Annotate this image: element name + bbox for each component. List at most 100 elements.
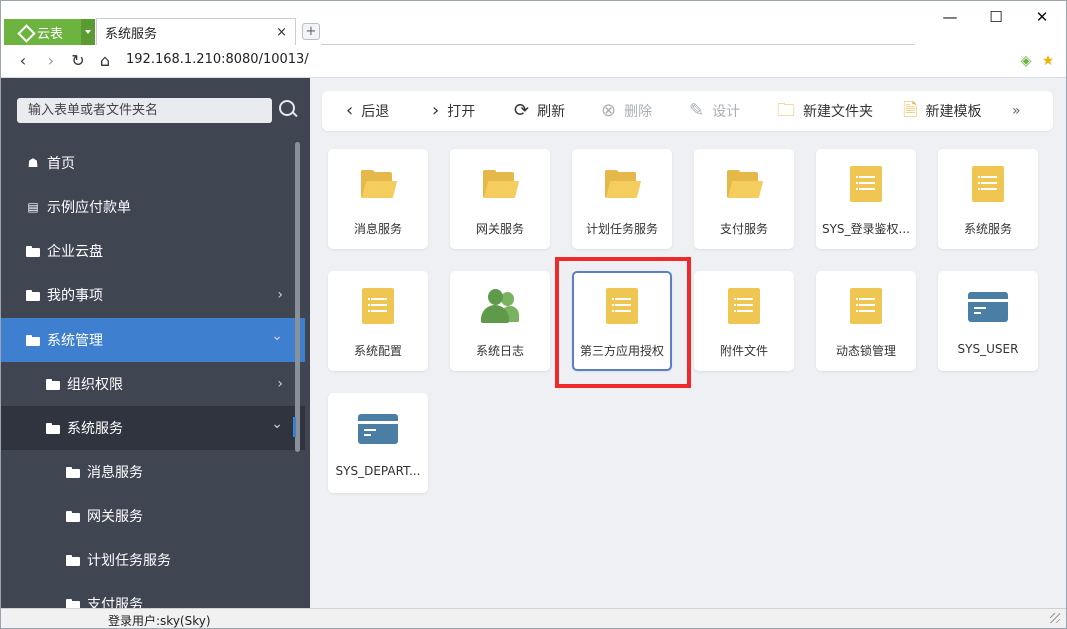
folder-icon <box>26 245 40 257</box>
form-document-icon <box>849 288 883 324</box>
tile-sys-department[interactable]: SYS_DEPART... <box>328 393 428 493</box>
sidebar-item-cloud-drive[interactable]: 企业云盘 <box>1 229 305 273</box>
delete-circle-x-icon: ⊗ <box>601 100 617 121</box>
tile-system-service[interactable]: 系统服务 <box>938 149 1038 249</box>
folder-open-icon <box>26 334 40 346</box>
browser-window: 云表 系统服务 × + — ☐ ✕ ‹ › ↻ ⌂ 192.168.1.210:… <box>0 0 1067 629</box>
sidebar-item-message-service[interactable]: 消息服务 <box>1 450 305 494</box>
design-button[interactable]: ✎ 设计 <box>689 91 740 131</box>
home-nav-icon[interactable]: ⌂ <box>95 51 115 71</box>
sidebar-item-sample-payable[interactable]: ▤ 示例应付款单 <box>1 185 305 229</box>
resize-grip-icon[interactable] <box>1050 613 1060 623</box>
tile-label: 支付服务 <box>719 222 768 236</box>
folder-icon <box>605 166 642 202</box>
form-document-icon <box>849 166 883 202</box>
back-button[interactable]: ‹ 后退 <box>346 91 389 131</box>
chevron-left-icon: ‹ <box>346 100 354 121</box>
form-document-icon <box>727 288 761 324</box>
tile-label: SYS_登录鉴权... <box>821 222 910 236</box>
delete-button[interactable]: ⊗ 删除 <box>601 91 652 131</box>
back-nav-icon[interactable]: ‹ <box>13 51 33 71</box>
app-tab-label: 云表 <box>37 26 64 42</box>
chevron-right-icon: › <box>432 100 440 121</box>
close-window-button[interactable]: ✕ <box>1031 8 1053 28</box>
tile-label: SYS_USER <box>957 342 1019 356</box>
design-label: 设计 <box>712 104 741 120</box>
form-document-icon <box>361 288 395 324</box>
open-button[interactable]: › 打开 <box>432 91 475 131</box>
tile-sys-user[interactable]: SYS_USER <box>938 271 1038 371</box>
sidebar-item-home[interactable]: ☗ 首页 <box>1 141 305 185</box>
sidebar-item-label: 消息服务 <box>87 465 143 481</box>
users-icon <box>480 288 519 324</box>
open-label: 打开 <box>447 104 476 120</box>
refresh-button[interactable]: ⟳ 刷新 <box>514 91 565 131</box>
refresh-icon: ⟳ <box>514 100 530 121</box>
tile-sys-login-auth[interactable]: SYS_登录鉴权... <box>816 149 916 249</box>
sidebar-item-label: 企业云盘 <box>47 244 103 260</box>
app-dropdown-button[interactable] <box>81 19 95 45</box>
tile-label: 系统日志 <box>475 344 524 358</box>
sidebar-scrollbar[interactable] <box>295 142 300 452</box>
folder-open-icon <box>46 422 60 434</box>
logged-in-user: 登录用户:sky(Sky) <box>108 614 211 628</box>
tile-label: 系统配置 <box>353 344 402 358</box>
scroll-position-marker <box>293 417 296 437</box>
sidebar-item-my-tasks[interactable]: 我的事项 › <box>1 273 305 317</box>
sidebar-item-gateway-service[interactable]: 网关服务 <box>1 494 305 538</box>
sidebar-item-payment-service[interactable]: 支付服务 <box>1 582 305 608</box>
data-table-icon <box>358 410 398 446</box>
tile-system-config[interactable]: 系统配置 <box>328 271 428 371</box>
tab-system-services[interactable]: 系统服务 × <box>96 18 296 45</box>
url-field[interactable]: 192.168.1.210:8080/10013/ <box>126 52 309 67</box>
maximize-button[interactable]: ☐ <box>985 8 1007 28</box>
folder-icon <box>66 466 80 478</box>
back-label: 后退 <box>361 104 390 120</box>
new-template-button[interactable]: 🗎 新建模板 <box>903 91 981 131</box>
close-tab-icon[interactable]: × <box>276 25 287 40</box>
edit-icon: ✎ <box>689 100 705 121</box>
sidebar-search-input[interactable]: 输入表单或者文件夹名 <box>17 98 272 123</box>
tile-scheduled-task-service[interactable]: 计划任务服务 <box>572 149 672 249</box>
new-tab-button[interactable]: + <box>302 23 320 40</box>
toolbar: ‹ 后退 › 打开 ⟳ 刷新 ⊗ 删除 ✎ 设计 🗀 新建文件夹 🗎 新建模板 … <box>322 91 1053 131</box>
form-document-icon <box>971 166 1005 202</box>
new-folder-button[interactable]: 🗀 新建文件夹 <box>777 91 873 131</box>
chevron-right-icon: › <box>277 376 283 392</box>
sidebar-item-scheduled-task-service[interactable]: 计划任务服务 <box>1 538 305 582</box>
sidebar-item-label: 组织权限 <box>67 377 123 393</box>
folder-icon <box>66 554 80 566</box>
delete-label: 删除 <box>624 104 653 120</box>
tile-gateway-service[interactable]: 网关服务 <box>450 149 550 249</box>
app-menu-button[interactable]: 云表 <box>4 19 81 45</box>
tile-system-log[interactable]: 系统日志 <box>450 271 550 371</box>
chevron-down-icon: ⌄ <box>271 328 283 344</box>
bookmark-star-icon[interactable]: ★ <box>1040 53 1056 69</box>
sidebar-item-label: 我的事项 <box>47 288 103 304</box>
sidebar-item-system-services[interactable]: 系统服务 ⌄ <box>1 406 305 450</box>
tile-label: 系统服务 <box>963 222 1012 236</box>
extension-icon[interactable]: ◈ <box>1018 53 1034 69</box>
tile-message-service[interactable]: 消息服务 <box>328 149 428 249</box>
sidebar-item-label: 首页 <box>47 156 75 172</box>
tile-label: SYS_DEPART... <box>335 464 421 478</box>
tile-attachment-files[interactable]: 附件文件 <box>694 271 794 371</box>
tab-bar: 云表 系统服务 × + — ☐ ✕ <box>1 1 1066 45</box>
search-icon[interactable] <box>277 98 299 120</box>
tile-payment-service[interactable]: 支付服务 <box>694 149 794 249</box>
sidebar-item-org-permissions[interactable]: 组织权限 › <box>1 362 305 406</box>
address-bar: ‹ › ↻ ⌂ 192.168.1.210:8080/10013/ ◈ ★ <box>1 45 1066 78</box>
chevron-right-icon: › <box>277 287 283 303</box>
more-button[interactable]: » <box>1012 91 1021 131</box>
sidebar: 输入表单或者文件夹名 ☗ 首页 ▤ 示例应付款单 企业云盘 我的事项 › 系统管… <box>1 78 310 608</box>
tab-title: 系统服务 <box>105 26 158 42</box>
forward-nav-icon[interactable]: › <box>41 51 61 71</box>
tile-dynamic-lock-management[interactable]: 动态锁管理 <box>816 271 916 371</box>
minimize-button[interactable]: — <box>939 8 961 28</box>
reload-icon[interactable]: ↻ <box>68 51 88 71</box>
folder-icon <box>66 510 80 522</box>
sidebar-item-label: 计划任务服务 <box>87 553 171 569</box>
chevron-down-icon: ⌄ <box>271 416 283 432</box>
sidebar-item-label: 系统管理 <box>47 333 103 349</box>
sidebar-item-system-management[interactable]: 系统管理 ⌄ <box>1 318 305 362</box>
